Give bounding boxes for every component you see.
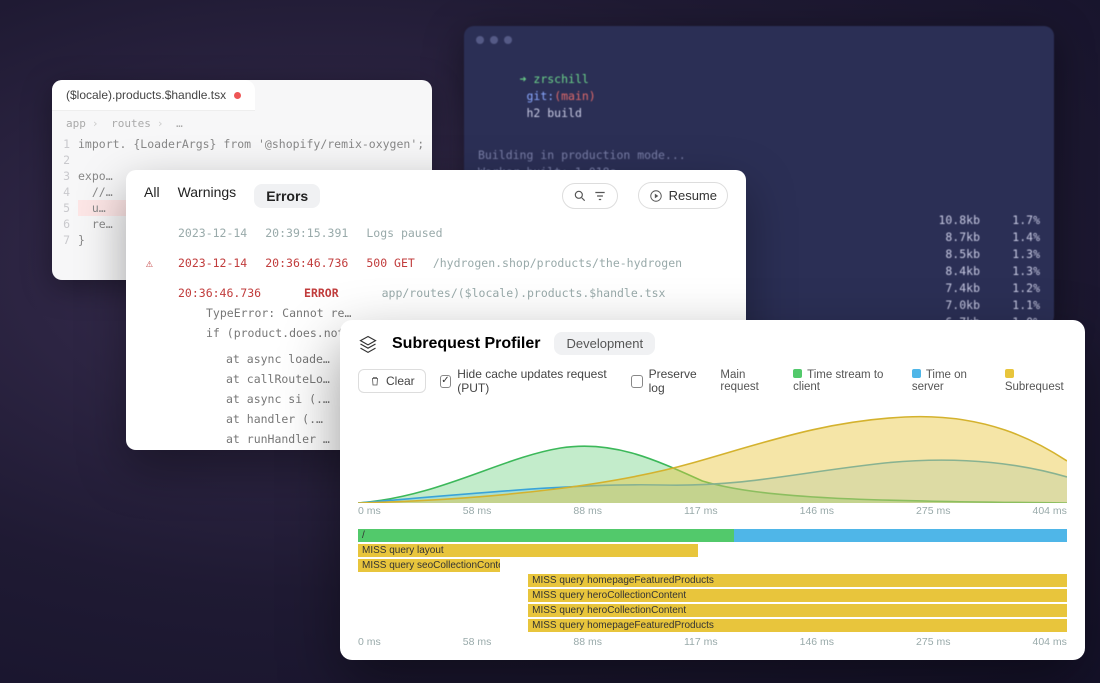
- tab-filename: ($locale).products.$handle.tsx: [66, 88, 226, 102]
- clear-button[interactable]: Clear: [358, 369, 426, 393]
- log-date: 2023-12-14: [178, 226, 247, 240]
- checkbox-icon: [440, 375, 452, 388]
- filter-icon: [593, 189, 607, 203]
- tab-all[interactable]: All: [144, 184, 160, 208]
- log-msg: Logs paused: [366, 226, 442, 240]
- waterfall-bar[interactable]: /: [358, 529, 734, 542]
- log-status: 500 GET: [366, 256, 414, 270]
- timing-chart: [358, 403, 1067, 503]
- hide-cache-checkbox[interactable]: Hide cache updates request (PUT): [440, 367, 618, 395]
- profiler-window: Subrequest Profiler Development Clear Hi…: [340, 320, 1085, 660]
- legend-client: Time stream to client: [793, 369, 896, 393]
- log-time: 20:39:15.391: [265, 226, 348, 240]
- waterfall-bar[interactable]: MISS query heroCollectionContent: [528, 604, 1067, 617]
- breadcrumb: app› routes› …: [52, 111, 432, 136]
- unsaved-dot-icon: [234, 92, 241, 99]
- terminal-prompt: ➜ zrschill git:(main) h2 build: [478, 54, 1040, 139]
- log-path: /hydrogen.shop/products/the-hydrogen: [433, 256, 682, 270]
- terminal-status: Building in production mode...: [478, 147, 1040, 164]
- chart-axis: 0 ms58 ms88 ms117 ms146 ms275 ms404 ms: [340, 634, 1085, 654]
- legend-main: Main request: [720, 369, 777, 393]
- resume-button[interactable]: Resume: [638, 182, 728, 209]
- waterfall-bar[interactable]: MISS query heroCollectionContent: [528, 589, 1067, 602]
- search-filter-button[interactable]: [562, 183, 618, 209]
- window-traffic-lights: [464, 26, 1054, 50]
- waterfall-bar[interactable]: MISS query homepageFeaturedProducts: [528, 574, 1067, 587]
- warning-icon: ⚠: [146, 256, 160, 270]
- waterfall-bars: / MISS query layout MISS query seoCollecti…: [358, 529, 1067, 633]
- tab-warnings[interactable]: Warnings: [178, 184, 237, 208]
- profiler-title: Subrequest Profiler: [392, 335, 540, 353]
- log-date: 2023-12-14: [178, 256, 247, 270]
- legend-server: Time on server: [912, 369, 989, 393]
- trash-icon: [369, 375, 381, 387]
- chart-axis: 0 ms58 ms88 ms117 ms146 ms275 ms404 ms: [340, 503, 1085, 523]
- waterfall-bar[interactable]: MISS query seoCollectionContent: [358, 559, 500, 572]
- log-time: 20:36:46.736: [265, 256, 348, 270]
- preserve-log-checkbox[interactable]: Preserve log: [631, 367, 706, 395]
- editor-tab[interactable]: ($locale).products.$handle.tsx: [52, 80, 255, 111]
- waterfall-bar[interactable]: MISS query layout: [358, 544, 698, 557]
- waterfall-bar[interactable]: MISS query homepageFeaturedProducts: [528, 619, 1067, 632]
- layers-icon: [358, 334, 378, 354]
- legend-sub: Subrequest: [1005, 369, 1067, 393]
- search-icon: [573, 189, 587, 203]
- env-badge: Development: [554, 332, 655, 355]
- tab-errors[interactable]: Errors: [254, 184, 320, 208]
- play-icon: [649, 189, 663, 203]
- checkbox-icon: [631, 375, 642, 388]
- waterfall-bar[interactable]: [734, 529, 1067, 542]
